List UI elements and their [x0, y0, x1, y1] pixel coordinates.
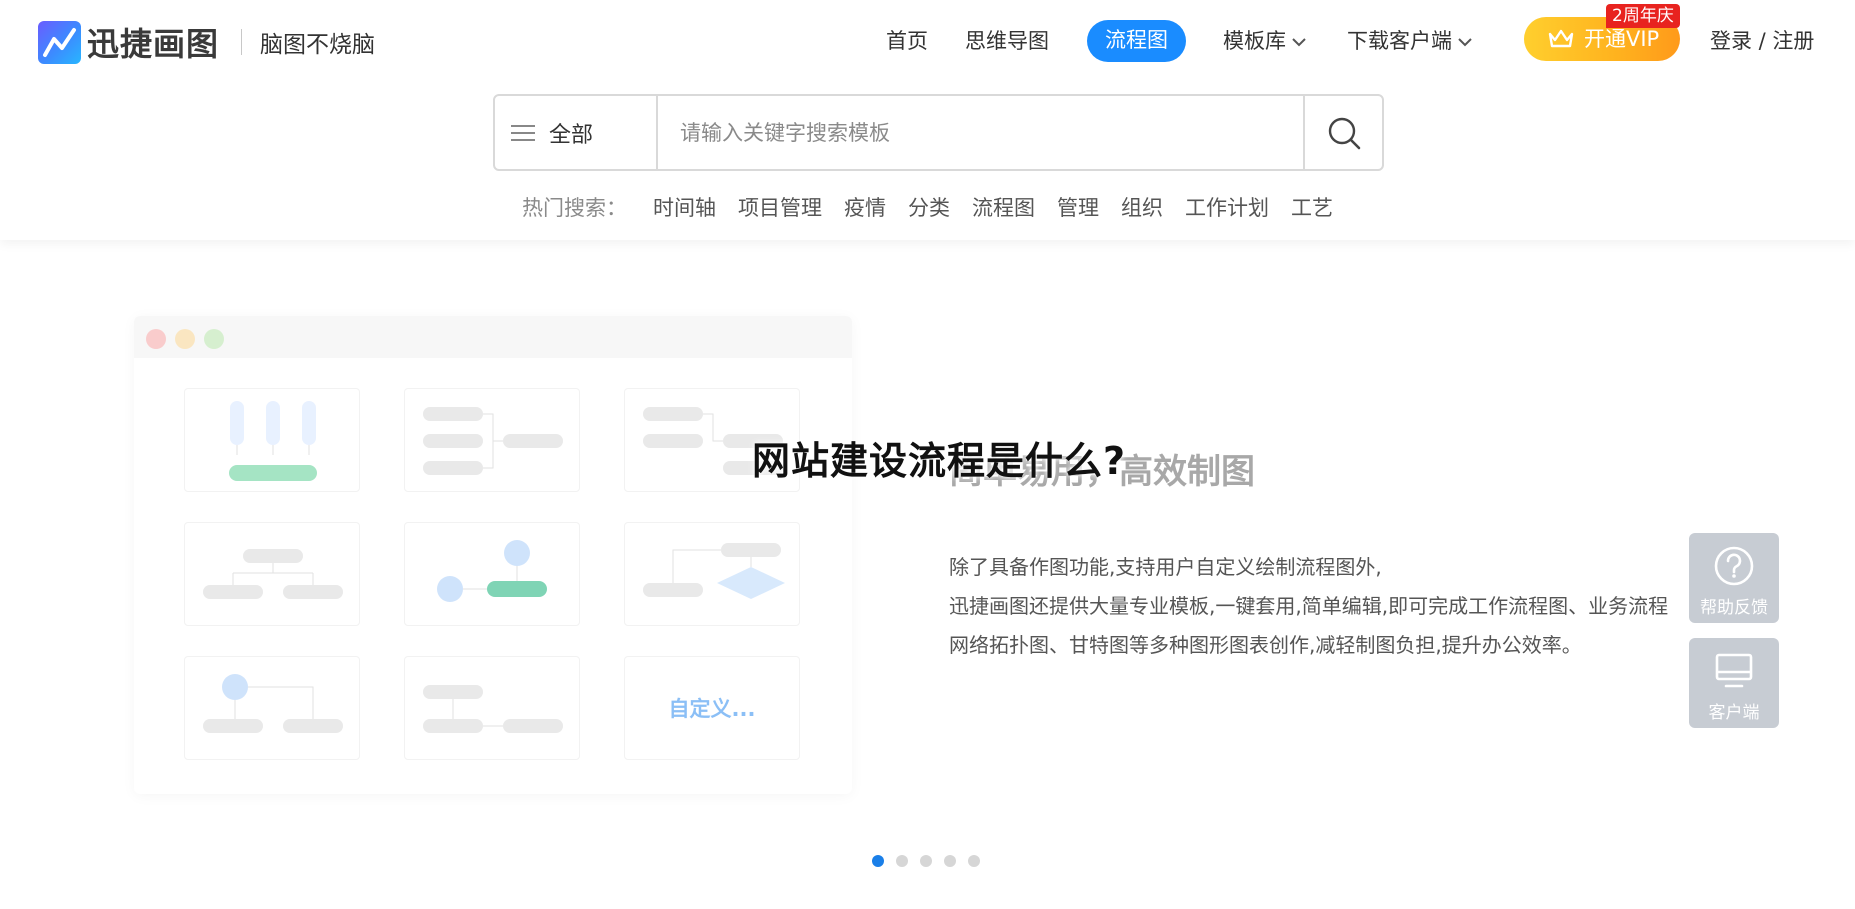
nav-download-client[interactable]: 下载客户端	[1347, 20, 1472, 62]
page: 迅捷画图 脑图不烧脑 首页 思维导图 流程图 模板库 下载客户端 开通VIP 2…	[0, 0, 1855, 909]
hot-tag[interactable]: 项目管理	[738, 192, 822, 222]
banner-description: 除了具备作图功能,支持用户自定义绘制流程图外, 迅捷画图还提供大量专业模板,一键…	[949, 548, 1694, 668]
hot-tag[interactable]: 组织	[1121, 192, 1163, 222]
nav-flowchart-label: 流程图	[1105, 28, 1168, 52]
carousel-dot[interactable]	[968, 855, 980, 867]
client-download-button[interactable]: 客户端	[1689, 638, 1779, 728]
banner-description-line: 网络拓扑图、甘特图等多种图形图表创作,减轻制图负担,提升办公效率。	[949, 633, 1582, 657]
timeline-thumb	[203, 674, 343, 733]
nav-mindmap-label: 思维导图	[965, 29, 1049, 53]
template-thumb	[184, 388, 360, 492]
hot-search-label: 热门搜索：	[522, 196, 627, 220]
template-thumb	[624, 522, 800, 626]
nav-home[interactable]: 首页	[886, 20, 928, 62]
monitor-icon	[1715, 653, 1753, 688]
search-button[interactable]	[1303, 96, 1382, 169]
vip-label: 开通VIP	[1584, 27, 1660, 51]
steps-thumb	[423, 685, 563, 733]
carousel-dot[interactable]	[872, 855, 884, 867]
search-category-select[interactable]: 全部	[495, 96, 658, 169]
process-thumb	[437, 540, 547, 602]
hot-tag[interactable]: 工作计划	[1185, 192, 1269, 222]
template-thumb	[184, 656, 360, 760]
window-dot-green	[204, 329, 224, 349]
login-register-link[interactable]: 登录 / 注册	[1710, 20, 1814, 62]
banner-overlay-title: 网站建设流程是什么?	[752, 439, 1127, 483]
template-thumb	[184, 522, 360, 626]
product-mockup-illustration: 自定义...	[134, 316, 852, 794]
banner-description-line: 除了具备作图功能,支持用户自定义绘制流程图外,	[949, 555, 1382, 579]
custom-template-thumb: 自定义...	[624, 656, 800, 760]
carousel-dot[interactable]	[896, 855, 908, 867]
header: 迅捷画图 脑图不烧脑 首页 思维导图 流程图 模板库 下载客户端 开通VIP 2…	[0, 0, 1855, 240]
mindmap-thumb	[423, 407, 563, 475]
tree-diagram-thumb	[229, 401, 317, 481]
template-thumb	[404, 522, 580, 626]
custom-template-label: 自定义...	[668, 697, 756, 721]
carousel-pagination	[872, 855, 992, 867]
help-feedback-label: 帮助反馈	[1700, 598, 1768, 618]
hot-tag[interactable]: 时间轴	[653, 192, 716, 222]
hot-tag[interactable]: 疫情	[844, 192, 886, 222]
search-icon	[1328, 117, 1360, 149]
template-thumb	[404, 656, 580, 760]
search-bar: 全部	[493, 94, 1384, 171]
hot-tag[interactable]: 分类	[908, 192, 950, 222]
carousel-dot[interactable]	[944, 855, 956, 867]
search-category-label: 全部	[549, 122, 594, 148]
menu-icon	[511, 124, 535, 141]
carousel-dot[interactable]	[920, 855, 932, 867]
nav-download-label: 下载客户端	[1347, 29, 1452, 53]
chevron-down-icon	[1458, 38, 1472, 47]
nav-flowchart[interactable]: 流程图	[1087, 20, 1186, 62]
hot-tag[interactable]: 流程图	[972, 192, 1035, 222]
nav-templates-label: 模板库	[1223, 29, 1286, 53]
hot-search: 热门搜索： 时间轴 项目管理 疫情 分类 流程图 管理 组织 工作计划 工艺	[522, 190, 1355, 224]
client-label: 客户端	[1708, 703, 1760, 723]
help-feedback-button[interactable]: 帮助反馈	[1689, 533, 1779, 623]
org-chart-thumb	[203, 549, 343, 599]
template-thumb	[404, 388, 580, 492]
hot-tag[interactable]: 工艺	[1291, 192, 1333, 222]
window-dot-yellow	[175, 329, 195, 349]
search-input[interactable]	[658, 96, 1303, 169]
chevron-down-icon	[1292, 38, 1306, 47]
banner-description-line: 迅捷画图还提供大量专业模板,一键套用,简单编辑,即可完成工作流程图、业务流程	[949, 594, 1669, 618]
nav-mindmap[interactable]: 思维导图	[965, 20, 1049, 62]
hot-tag[interactable]: 管理	[1057, 192, 1099, 222]
nav-templates[interactable]: 模板库	[1223, 20, 1306, 62]
anniversary-badge: 2周年庆	[1606, 4, 1680, 28]
mockup-window-bar	[134, 316, 852, 358]
crown-icon	[1548, 29, 1574, 48]
question-circle-icon	[1714, 546, 1754, 586]
decision-thumb	[643, 543, 785, 599]
nav-home-label: 首页	[886, 29, 928, 53]
window-dot-red	[146, 329, 166, 349]
